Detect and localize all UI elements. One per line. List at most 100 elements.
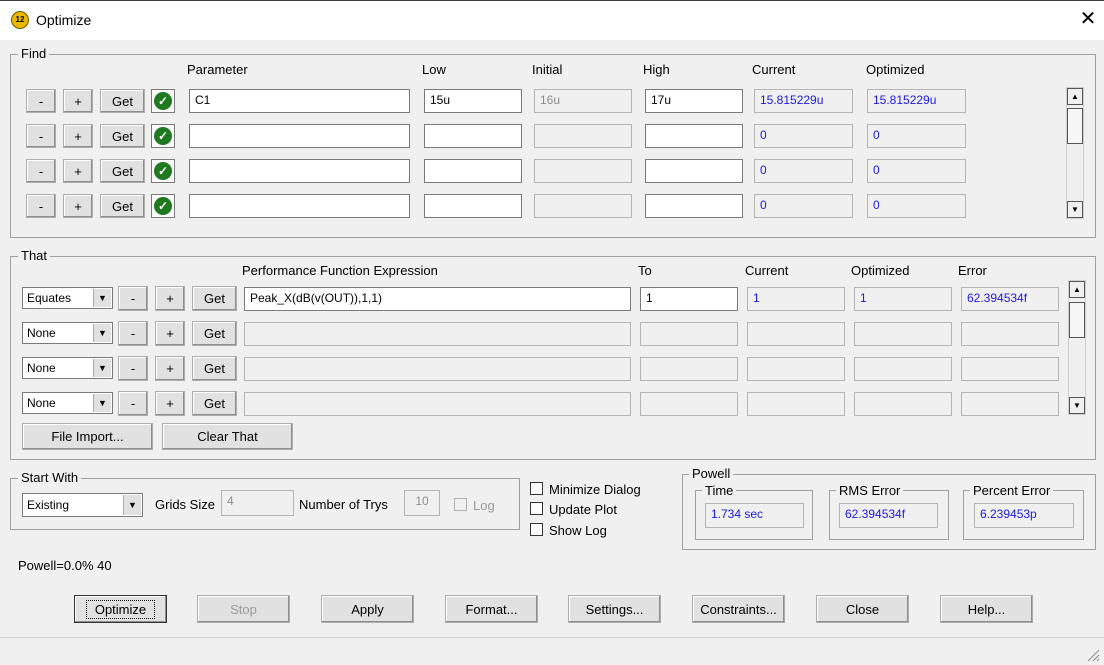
find-add-button[interactable]: +: [63, 124, 93, 148]
optimize-button[interactable]: Optimize: [74, 595, 167, 623]
grids-size-label: Grids Size: [155, 497, 215, 512]
find-get-button[interactable]: Get: [100, 89, 145, 113]
find-low-input[interactable]: [424, 124, 522, 148]
scroll-up-icon[interactable]: ▲: [1067, 88, 1083, 105]
find-high-input[interactable]: [645, 124, 743, 148]
find-initial-field: [534, 159, 632, 183]
that-expression-input[interactable]: Peak_X(dB(v(OUT)),1,1): [244, 287, 631, 311]
that-expression-input[interactable]: [244, 392, 631, 416]
find-parameter-input[interactable]: [189, 194, 410, 218]
that-to-input[interactable]: [640, 357, 738, 381]
that-mode-value: None: [27, 396, 56, 410]
optimize-button-label: Optimize: [85, 599, 156, 619]
that-get-button[interactable]: Get: [192, 391, 237, 416]
that-mode-select[interactable]: None ▼: [22, 392, 113, 414]
that-add-button[interactable]: +: [155, 321, 185, 346]
that-get-button[interactable]: Get: [192, 321, 237, 346]
file-import-button[interactable]: File Import...: [22, 423, 153, 450]
find-parameter-input[interactable]: [189, 124, 410, 148]
log-label: Log: [473, 498, 495, 513]
that-add-button[interactable]: +: [155, 356, 185, 381]
find-add-button[interactable]: +: [63, 194, 93, 218]
that-expression-input[interactable]: [244, 357, 631, 381]
chevron-down-icon[interactable]: ▼: [123, 495, 141, 515]
that-get-button[interactable]: Get: [192, 286, 237, 311]
update-plot-checkbox[interactable]: [530, 502, 543, 515]
that-remove-button[interactable]: -: [118, 356, 148, 381]
that-scrollbar[interactable]: ▲ ▼: [1068, 280, 1086, 415]
find-remove-button[interactable]: -: [26, 124, 56, 148]
settings-button[interactable]: Settings...: [568, 595, 661, 623]
that-optimized-field: [854, 322, 952, 346]
find-get-button[interactable]: Get: [100, 124, 145, 148]
that-header-to: To: [638, 263, 652, 278]
find-low-input[interactable]: [424, 159, 522, 183]
close-window-icon[interactable]: ✕: [1078, 9, 1098, 29]
find-add-button[interactable]: +: [63, 89, 93, 113]
find-high-input[interactable]: [645, 159, 743, 183]
clear-that-button[interactable]: Clear That: [162, 423, 293, 450]
resize-grip-icon[interactable]: [1086, 648, 1100, 662]
that-to-input[interactable]: [640, 392, 738, 416]
find-high-input[interactable]: [645, 194, 743, 218]
app-icon: 12: [11, 11, 29, 29]
number-of-trys-field[interactable]: 10: [404, 490, 440, 516]
that-to-input[interactable]: [640, 322, 738, 346]
that-remove-button[interactable]: -: [118, 286, 148, 311]
that-remove-button[interactable]: -: [118, 391, 148, 416]
time-value: 1.734 sec: [705, 503, 804, 528]
that-to-input[interactable]: 1: [640, 287, 738, 311]
stop-button[interactable]: Stop: [197, 595, 290, 623]
that-current-field: [747, 322, 845, 346]
that-remove-button[interactable]: -: [118, 321, 148, 346]
scroll-down-icon[interactable]: ▼: [1069, 397, 1085, 414]
that-error-field: 62.394534f: [961, 287, 1059, 311]
rms-error-value: 62.394534f: [839, 503, 938, 528]
find-get-button[interactable]: Get: [100, 159, 145, 183]
minimize-dialog-checkbox[interactable]: [530, 482, 543, 495]
find-scrollbar[interactable]: ▲ ▼: [1066, 87, 1084, 219]
find-parameter-input[interactable]: [189, 159, 410, 183]
start-with-select[interactable]: Existing ▼: [22, 493, 143, 517]
format-button[interactable]: Format...: [445, 595, 538, 623]
find-remove-button[interactable]: -: [26, 194, 56, 218]
enabled-check-icon[interactable]: ✓: [151, 194, 175, 218]
that-mode-select[interactable]: Equates ▼: [22, 287, 113, 309]
find-remove-button[interactable]: -: [26, 159, 56, 183]
scroll-down-icon[interactable]: ▼: [1067, 201, 1083, 218]
status-text: Powell=0.0% 40: [18, 558, 112, 573]
that-group-label: That: [18, 248, 51, 263]
apply-button[interactable]: Apply: [321, 595, 414, 623]
enabled-check-icon[interactable]: ✓: [151, 89, 175, 113]
that-add-button[interactable]: +: [155, 391, 185, 416]
that-expression-input[interactable]: [244, 322, 631, 346]
chevron-down-icon[interactable]: ▼: [93, 324, 111, 342]
that-mode-select[interactable]: None ▼: [22, 357, 113, 379]
find-initial-field: 16u: [534, 89, 632, 113]
find-get-button[interactable]: Get: [100, 194, 145, 218]
help-button[interactable]: Help...: [940, 595, 1033, 623]
enabled-check-icon[interactable]: ✓: [151, 124, 175, 148]
log-checkbox[interactable]: [454, 498, 467, 511]
chevron-down-icon[interactable]: ▼: [93, 359, 111, 377]
find-add-button[interactable]: +: [63, 159, 93, 183]
find-parameter-input[interactable]: C1: [189, 89, 410, 113]
find-high-input[interactable]: 17u: [645, 89, 743, 113]
find-low-input[interactable]: [424, 194, 522, 218]
that-mode-select[interactable]: None ▼: [22, 322, 113, 344]
chevron-down-icon[interactable]: ▼: [93, 394, 111, 412]
scroll-thumb[interactable]: [1067, 108, 1083, 144]
chevron-down-icon[interactable]: ▼: [93, 289, 111, 307]
constraints-button[interactable]: Constraints...: [692, 595, 785, 623]
that-header-expression: Performance Function Expression: [242, 263, 438, 278]
scroll-up-icon[interactable]: ▲: [1069, 281, 1085, 298]
enabled-check-icon[interactable]: ✓: [151, 159, 175, 183]
that-add-button[interactable]: +: [155, 286, 185, 311]
scroll-thumb[interactable]: [1069, 302, 1085, 338]
show-log-checkbox[interactable]: [530, 523, 543, 536]
grids-size-field[interactable]: 4: [221, 490, 294, 516]
close-button[interactable]: Close: [816, 595, 909, 623]
find-low-input[interactable]: 15u: [424, 89, 522, 113]
that-get-button[interactable]: Get: [192, 356, 237, 381]
find-remove-button[interactable]: -: [26, 89, 56, 113]
